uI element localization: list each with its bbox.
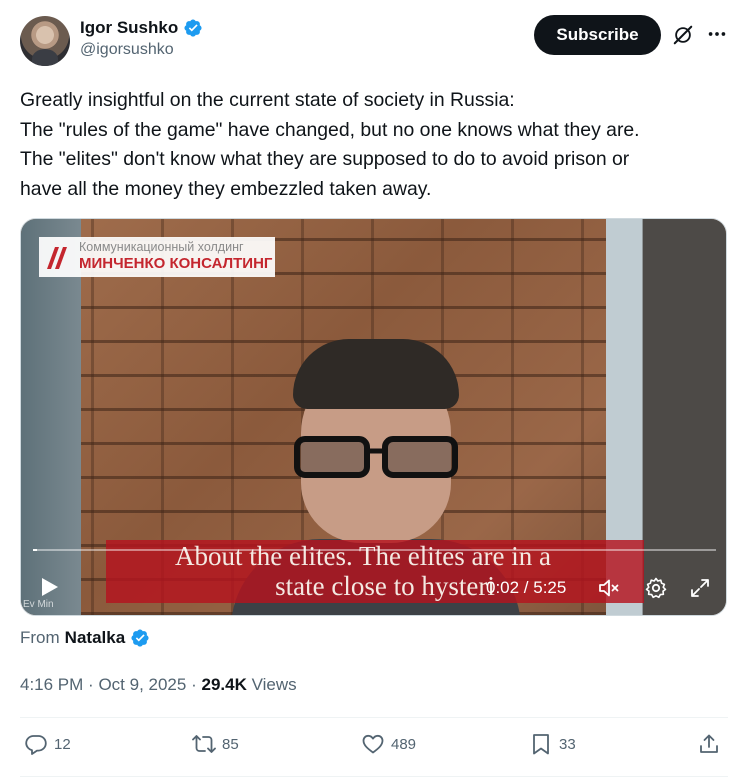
divider <box>20 717 728 718</box>
verified-badge-icon <box>131 629 149 647</box>
share-icon <box>700 734 718 753</box>
verified-badge-icon <box>184 19 202 37</box>
video-time: 0:02 / 5:25 <box>486 578 567 597</box>
mute-icon[interactable] <box>597 576 621 600</box>
logo-top-text: Коммуникационный холдинг <box>79 240 244 254</box>
tweet-meta: 4:16 PM · Oct 9, 2025 · 29.4K Views <box>20 675 297 695</box>
subscribe-button[interactable]: Subscribe <box>534 15 661 55</box>
video-progress-fill <box>33 549 38 551</box>
video-player[interactable]: Коммуникационный холдинг МИНЧЕНКО КОНСАЛ… <box>20 218 727 616</box>
views-label: Views <box>251 675 297 694</box>
video-watermark: Ev Min <box>23 599 54 610</box>
video-source-prefix: From <box>20 628 60 647</box>
meta-separator: · <box>88 675 94 694</box>
more-icon[interactable] <box>706 23 728 45</box>
tweet-actions: 12 85 489 33 <box>20 732 728 764</box>
tweet-text-line: The "elites" don't know what they are su… <box>20 148 630 170</box>
share-button[interactable] <box>697 732 721 756</box>
bookmark-count: 33 <box>559 735 576 753</box>
repost-count: 85 <box>222 735 239 753</box>
author-avatar[interactable] <box>20 16 70 66</box>
reply-button[interactable]: 12 <box>24 732 71 756</box>
logo-bottom-text: МИНЧЕНКО КОНСАЛТИНГ <box>79 255 273 272</box>
like-button[interactable]: 489 <box>361 732 416 756</box>
views-count: 29.4K <box>201 675 247 694</box>
tweet-text: Greatly insightful on the current state … <box>20 86 728 204</box>
tweet-header: Igor Sushko @igorsushko Subscribe <box>20 14 728 66</box>
repost-icon <box>192 735 216 753</box>
video-source-name[interactable]: Natalka <box>65 628 125 648</box>
tweet-text-line: The "rules of the game" have changed, bu… <box>20 118 640 141</box>
tweet-time[interactable]: 4:16 PM <box>20 675 83 694</box>
reply-icon <box>25 735 47 755</box>
heart-icon <box>362 734 384 754</box>
meta-separator: · <box>191 675 197 694</box>
tweet-text-line: Greatly insightful on the current state … <box>20 89 515 111</box>
author-display-name-text[interactable]: Igor Sushko <box>80 18 178 38</box>
video-progress-bar[interactable] <box>33 549 716 551</box>
video-background-left <box>21 219 81 615</box>
tweet-text-line: have all the money they embezzled taken … <box>20 177 432 200</box>
repost-button[interactable]: 85 <box>192 732 239 756</box>
logo-mark-icon <box>47 247 67 269</box>
settings-icon[interactable] <box>644 576 668 600</box>
subtitle-line-1: About the elites. The elites are in a <box>175 541 551 571</box>
tweet-date[interactable]: Oct 9, 2025 <box>98 675 186 694</box>
subtitle-line-2: state close to hysteri <box>275 571 495 601</box>
bookmark-icon <box>533 734 549 755</box>
fullscreen-icon[interactable] <box>688 576 712 600</box>
play-icon[interactable] <box>37 575 61 599</box>
bookmark-button[interactable]: 33 <box>529 732 576 756</box>
like-count: 489 <box>391 735 417 753</box>
author-display-name[interactable]: Igor Sushko <box>80 16 203 40</box>
author-names: Igor Sushko @igorsushko <box>80 16 203 59</box>
grok-icon[interactable] <box>672 24 694 46</box>
channel-logo: Коммуникационный холдинг МИНЧЕНКО КОНСАЛ… <box>39 237 275 277</box>
divider <box>20 776 728 777</box>
speaker-glasses <box>294 436 458 478</box>
author-handle[interactable]: @igorsushko <box>80 41 203 59</box>
speaker-hair <box>293 339 459 409</box>
reply-count: 12 <box>54 735 71 753</box>
video-source: From Natalka <box>20 628 150 648</box>
